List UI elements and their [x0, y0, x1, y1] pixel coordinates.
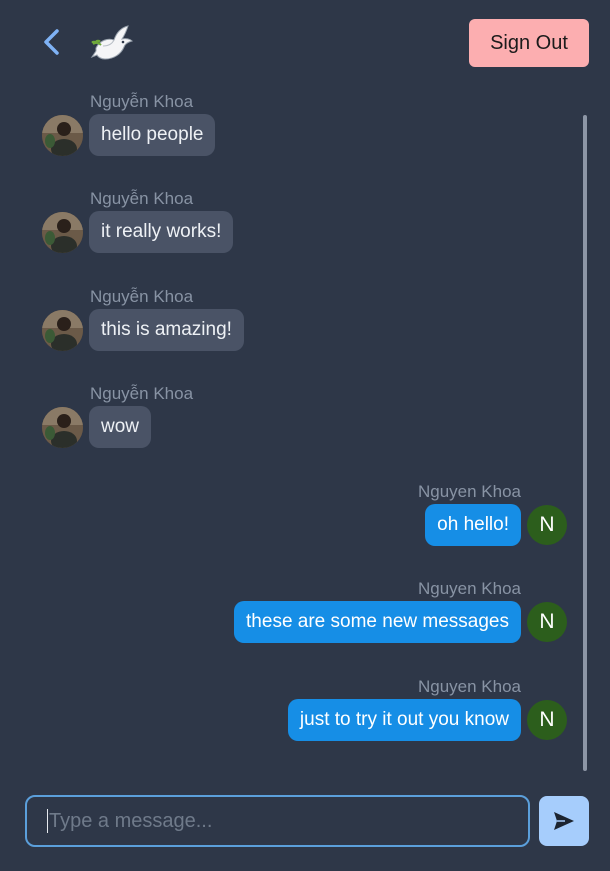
logo [90, 22, 134, 64]
avatar-photo-icon [42, 115, 83, 156]
message-item: Nguyen Khoa these are some new messages … [0, 579, 610, 663]
user-avatar [42, 212, 83, 253]
message-sender: Nguyễn Khoa [90, 384, 194, 403]
message-sender: Nguyen Khoa [417, 579, 521, 598]
user-avatar: N [527, 700, 567, 740]
message-item: Nguyen Khoa just to try it out you know … [0, 677, 610, 761]
message-sender: Nguyễn Khoa [90, 287, 194, 306]
message-bubble: hello people [89, 114, 216, 156]
message-list[interactable]: Nguyễn Khoa hello people Nguyễn Khoa it … [0, 88, 610, 773]
back-button[interactable] [38, 26, 66, 58]
user-avatar [42, 310, 83, 351]
header: Sign Out [0, 0, 610, 88]
message-sender: Nguyen Khoa [417, 482, 521, 501]
message-item: Nguyễn Khoa this is amazing! [0, 287, 610, 371]
message-item: Nguyễn Khoa it really works! [0, 189, 610, 273]
user-avatar: N [527, 505, 567, 545]
message-bubble: these are some new messages [234, 601, 521, 643]
message-sender: Nguyễn Khoa [90, 92, 194, 111]
text-caret [47, 809, 48, 833]
chevron-left-icon [44, 29, 59, 55]
send-icon [554, 812, 574, 830]
user-avatar [42, 115, 83, 156]
message-item: Nguyen Khoa oh hello! N [0, 482, 610, 566]
message-sender: Nguyen Khoa [417, 677, 521, 696]
dove-icon [90, 25, 133, 60]
message-item: Nguyễn Khoa hello people [0, 92, 610, 176]
send-button[interactable] [539, 796, 589, 846]
user-avatar [42, 407, 83, 448]
avatar-photo-icon [42, 407, 83, 448]
chat-app: Sign Out Nguyễn Khoa hello people Nguyễn… [0, 0, 610, 871]
message-item: Nguyễn Khoa wow [0, 384, 610, 468]
message-bubble: this is amazing! [89, 309, 244, 351]
message-bubble: oh hello! [425, 504, 521, 546]
message-composer [0, 790, 610, 860]
avatar-photo-icon [42, 310, 83, 351]
message-input[interactable] [25, 795, 530, 847]
message-sender: Nguyễn Khoa [90, 189, 194, 208]
message-bubble: it really works! [89, 211, 234, 253]
message-bubble: just to try it out you know [287, 699, 521, 741]
avatar-photo-icon [42, 212, 83, 253]
user-avatar: N [527, 602, 567, 642]
message-bubble: wow [89, 406, 152, 448]
scrollbar[interactable] [583, 115, 587, 771]
sign-out-button[interactable]: Sign Out [469, 19, 589, 67]
